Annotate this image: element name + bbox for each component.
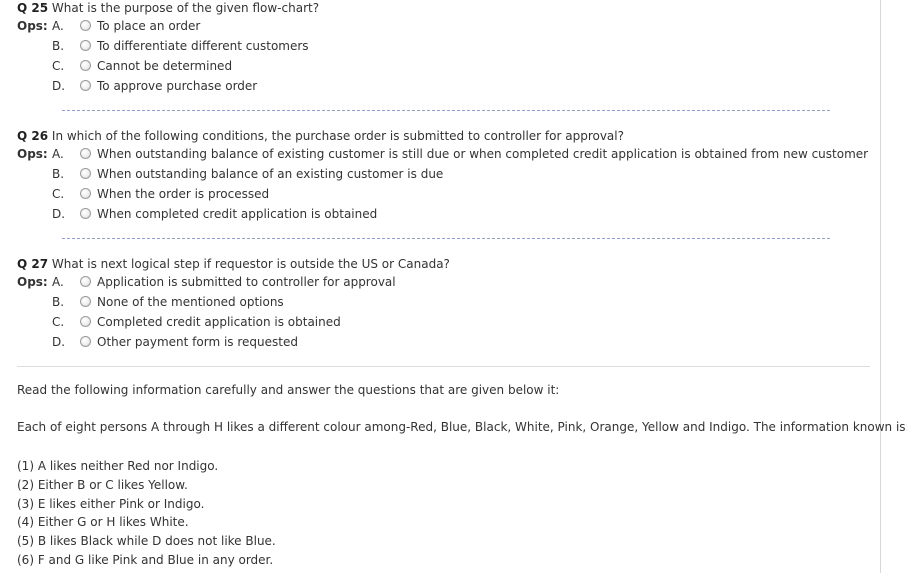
option-row-c[interactable]: C. When the order is processed xyxy=(17,184,867,204)
clue-item: (1) A likes neither Red nor Indigo. xyxy=(17,459,219,473)
clue-item: (6) F and G like Pink and Blue in any or… xyxy=(17,553,274,567)
option-letter: B. xyxy=(52,295,65,309)
option-letter: D. xyxy=(52,207,66,221)
question-divider xyxy=(62,238,830,239)
option-letter: B. xyxy=(52,167,65,181)
option-text: To differentiate different customers xyxy=(97,39,309,53)
option-c-radio[interactable] xyxy=(80,316,91,327)
option-row-c[interactable]: C. Cannot be determined xyxy=(17,56,867,76)
option-letter: A. xyxy=(52,19,64,33)
option-row-c[interactable]: C. Completed credit application is obtai… xyxy=(17,312,867,332)
option-text: When outstanding balance of an existing … xyxy=(97,167,444,181)
question-number: Q 26 xyxy=(17,129,49,143)
question-25: Q 25 What is the purpose of the given fl… xyxy=(17,0,867,96)
question-text: What is next logical step if requestor i… xyxy=(51,257,450,271)
option-d-radio[interactable] xyxy=(80,208,91,219)
question-number: Q 25 xyxy=(17,1,49,15)
question-26: Q 26 In which of the following condition… xyxy=(17,128,869,224)
option-text: When the order is processed xyxy=(97,187,270,201)
ops-label: Ops: xyxy=(17,275,48,289)
option-letter: C. xyxy=(52,315,65,329)
question-divider xyxy=(62,110,830,111)
option-text: Application is submitted to controller f… xyxy=(97,275,396,289)
option-b-radio[interactable] xyxy=(80,40,91,51)
option-letter: A. xyxy=(52,147,64,161)
option-c-radio[interactable] xyxy=(80,60,91,71)
option-text: To place an order xyxy=(97,19,201,33)
option-d-radio[interactable] xyxy=(80,336,91,347)
ops-label: Ops: xyxy=(17,19,48,33)
option-letter: B. xyxy=(52,39,65,53)
option-row-d[interactable]: D. Other payment form is requested xyxy=(17,332,867,352)
option-text: None of the mentioned options xyxy=(97,295,284,309)
passage-statement: Each of eight persons A through H likes … xyxy=(17,420,907,434)
option-a-radio[interactable] xyxy=(80,148,91,159)
option-letter: C. xyxy=(52,187,65,201)
option-row-a[interactable]: Ops: A. When outstanding balance of exis… xyxy=(17,144,869,164)
option-b-radio[interactable] xyxy=(80,296,91,307)
option-c-radio[interactable] xyxy=(80,188,91,199)
option-text: Other payment form is requested xyxy=(97,335,298,349)
option-text: To approve purchase order xyxy=(97,79,258,93)
option-row-b[interactable]: B. None of the mentioned options xyxy=(17,292,867,312)
ops-label: Ops: xyxy=(17,147,48,161)
option-text: Cannot be determined xyxy=(97,59,233,73)
option-row-a[interactable]: Ops: A. Application is submitted to cont… xyxy=(17,272,867,292)
option-b-radio[interactable] xyxy=(80,168,91,179)
clue-item: (3) E likes either Pink or Indigo. xyxy=(17,497,205,511)
question-27: Q 27 What is next logical step if reques… xyxy=(17,256,867,352)
option-row-d[interactable]: D. When completed credit application is … xyxy=(17,204,867,224)
option-row-d[interactable]: D. To approve purchase order xyxy=(17,76,867,96)
option-row-b[interactable]: B. To differentiate different customers xyxy=(17,36,867,56)
option-a-radio[interactable] xyxy=(80,276,91,287)
option-a-radio[interactable] xyxy=(80,20,91,31)
option-text: When completed credit application is obt… xyxy=(97,207,378,221)
option-letter: A. xyxy=(52,275,64,289)
question-text: What is the purpose of the given flow-ch… xyxy=(51,1,320,15)
passage-intro: Read the following information carefully… xyxy=(17,383,560,397)
option-letter: C. xyxy=(52,59,65,73)
option-row-b[interactable]: B. When outstanding balance of an existi… xyxy=(17,164,867,184)
question-text: In which of the following conditions, th… xyxy=(51,129,624,143)
clue-item: (2) Either B or C likes Yellow. xyxy=(17,478,188,492)
content-right-border xyxy=(880,0,881,573)
option-text: Completed credit application is obtained xyxy=(97,315,341,329)
option-d-radio[interactable] xyxy=(80,80,91,91)
question-number: Q 27 xyxy=(17,257,49,271)
option-text: When outstanding balance of existing cus… xyxy=(97,147,869,161)
option-letter: D. xyxy=(52,79,66,93)
option-row-a[interactable]: Ops: A. To place an order xyxy=(17,16,867,36)
section-divider xyxy=(17,366,870,367)
clue-item: (4) Either G or H likes White. xyxy=(17,515,189,529)
clue-item: (5) B likes Black while D does not like … xyxy=(17,534,276,548)
option-letter: D. xyxy=(52,335,66,349)
